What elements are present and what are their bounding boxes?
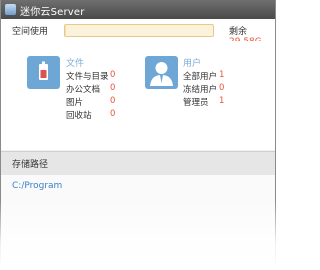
space-usage-label: 空间使用 <box>12 27 49 37</box>
stat-value: 1 <box>219 70 225 80</box>
stat-files-and-dirs: 文件与目录 0 <box>66 70 115 82</box>
stat-value: 0 <box>219 83 225 93</box>
user-icon[interactable] <box>145 56 178 89</box>
stat-value: 0 <box>110 70 116 80</box>
storage-path-area: C:/Program <box>1 175 275 264</box>
stat-all-users: 全部用户 1 <box>183 70 224 82</box>
stat-office-docs: 办公文档 0 <box>66 83 115 95</box>
document-icon[interactable] <box>27 56 60 89</box>
storage-path-title: 存储路径 <box>12 160 49 170</box>
stat-label: 办公文档 <box>66 85 101 95</box>
stat-label: 图片 <box>66 98 84 108</box>
remaining-label: 剩余 <box>229 27 248 37</box>
summary-panel: 文件 文件与目录 0 办公文档 0 图片 0 回收站 0 用户 全部用户 1 冻结用户 0 <box>1 41 275 150</box>
stat-admins: 管理员 1 <box>183 96 224 108</box>
stat-value: 0 <box>110 109 116 119</box>
stat-label: 文件与目录 <box>66 72 109 82</box>
title-bar[interactable]: 迷你云Server <box>1 0 275 19</box>
stat-label: 回收站 <box>66 111 92 121</box>
stat-label: 冻结用户 <box>183 85 218 95</box>
users-section-title: 用户 <box>183 59 202 69</box>
storage-path-link[interactable]: C:/Program <box>12 181 62 191</box>
app-logo-icon <box>5 4 16 15</box>
app-window: 迷你云Server 空间使用 剩余29.58G 文件 文件与目录0 办公文档0 … <box>0 0 276 264</box>
space-usage-bar <box>64 24 214 37</box>
stat-value: 0 <box>110 96 116 106</box>
stat-label: 全部用户 <box>183 72 218 82</box>
space-usage-fill <box>65 25 67 36</box>
files-section-title: 文件 <box>66 59 85 69</box>
storage-path-header: 存储路径 <box>1 151 275 176</box>
window-title: 迷你云Server <box>20 7 85 18</box>
stat-recycle-bin: 回收站 0 <box>66 109 115 121</box>
stat-value: 1 <box>219 96 225 106</box>
space-usage-row: 空间使用 剩余29.58G <box>1 19 275 47</box>
stat-frozen-users: 冻结用户 0 <box>183 83 224 95</box>
stat-label: 管理员 <box>183 98 209 108</box>
stat-value: 0 <box>110 83 116 93</box>
stat-images: 图片 0 <box>66 96 115 108</box>
